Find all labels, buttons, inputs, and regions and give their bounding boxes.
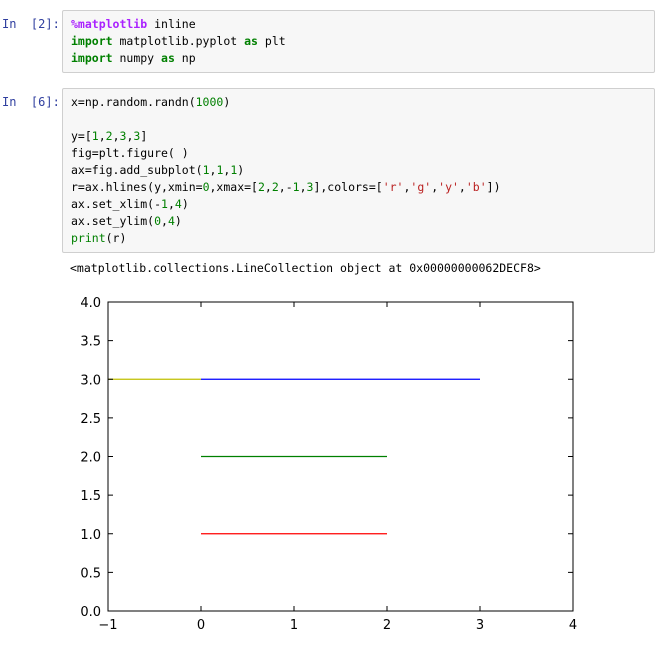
code-token: , [167,197,175,211]
output-stream: <matplotlib.collections.LineCollection o… [70,261,541,275]
code-token: 1 [161,197,168,211]
code-line: import numpy as np [71,50,646,67]
code-token: as [161,51,175,65]
code-line: x=np.random.randn(1000) [71,94,646,111]
code-token: 'y' [438,180,459,194]
cell-2-input[interactable]: x=np.random.randn(1000) y=[1,2,3,3] fig=pl… [62,88,655,253]
code-token: ) [223,95,231,109]
y-tick-label: 3.0 [80,373,101,388]
cell-2-prompt: In [6]: [2,95,60,109]
code-token: 1000 [195,95,224,109]
code-token: ax.set_ylim( [71,214,155,228]
code-cell-1[interactable]: In [2]: %matplotlib inline import matplot… [0,0,655,80]
x-tick-label: 0 [197,618,205,633]
code-token: numpy [112,51,162,65]
x-tick-label: 4 [569,618,577,633]
x-tick-label: 3 [476,618,484,633]
y-tick-label: 0.0 [80,605,101,620]
code-token: , [299,180,307,194]
code-line: ax=fig.add_subplot(1,1,1) [71,162,646,179]
code-token: r=ax.hlines(y,xmin= [71,180,203,194]
matplotlib-figure: −1 0 1 2 3 4 0.0 0.5 1.0 1.5 2.0 2.5 3.0 3.5 4.0 [80,296,577,633]
code-token: 0 [154,214,162,228]
code-token: 4 [174,197,182,211]
code-token: plt [257,34,286,48]
y-tick-label: 3.5 [80,335,101,350]
code-line: %matplotlib inline [71,16,646,33]
code-line: import matplotlib.pyplot as plt [71,33,646,50]
code-token: ) [237,163,245,177]
code-token: ]) [486,180,501,194]
code-token: fig=plt.figure( ) [71,146,189,160]
code-token: as [244,34,258,48]
code-token: inline [147,17,196,31]
code-token: 1 [91,129,99,143]
y-tick-label: 4.0 [80,296,101,311]
code-token: 4 [167,214,175,228]
code-token: ,xmax=[ [209,180,258,194]
code-token: (r) [105,231,127,245]
cell-1-input[interactable]: %matplotlib inline import matplotlib.pypl… [62,10,655,73]
y-tick-label: 1.5 [80,489,101,504]
code-token: import [71,51,113,65]
code-token: 2 [105,129,113,143]
code-line: ax.set_ylim(0,4) [71,213,646,230]
code-token: ] [140,129,148,143]
code-token: 'r' [382,180,404,194]
code-token: , [264,180,272,194]
code-token: ,- [278,180,293,194]
code-token: ax.set_xlim(- [71,197,162,211]
y-tick-label: 2.5 [80,412,101,427]
code-token: 'g' [410,180,432,194]
x-tick-label: 1 [290,618,298,633]
code-token: 0 [202,180,210,194]
x-tick-label: −1 [98,618,117,633]
code-token: 1 [202,163,210,177]
code-token: 2 [257,180,265,194]
code-token: , [112,129,120,143]
code-line: ax.set_xlim(-1,4) [71,196,646,213]
code-token: , [458,180,466,194]
code-token: , [98,129,106,143]
code-token: matplotlib.pyplot [112,34,245,48]
code-token: np [174,51,196,65]
cell-1-prompt: In [2]: [2,17,60,31]
y-tick-label: 1.0 [80,528,101,543]
y-tick-label: 2.0 [80,451,101,466]
x-tick-label: 2 [383,618,391,633]
code-token: ) [174,214,182,228]
code-token: ax=fig.add_subplot( [71,163,203,177]
code-token: import [71,34,113,48]
code-token: y=[ [71,129,92,143]
code-token: ) [181,197,189,211]
y-tick-label: 0.5 [80,566,101,581]
code-token: 2 [271,180,279,194]
code-token: %matplotlib [71,17,148,31]
code-token: print [71,231,106,245]
code-token: ],colors=[ [313,180,383,194]
code-line: print(r) [71,230,646,247]
code-line: fig=plt.figure( ) [71,145,646,162]
code-token: , [161,214,168,228]
code-line: r=ax.hlines(y,xmin=0,xmax=[2,2,-1,3],col… [71,179,646,196]
code-token: 'b' [465,180,487,194]
code-token: x=np.random.randn( [71,95,196,109]
code-line: y=[1,2,3,3] [71,128,646,145]
code-token: 1 [292,180,300,194]
